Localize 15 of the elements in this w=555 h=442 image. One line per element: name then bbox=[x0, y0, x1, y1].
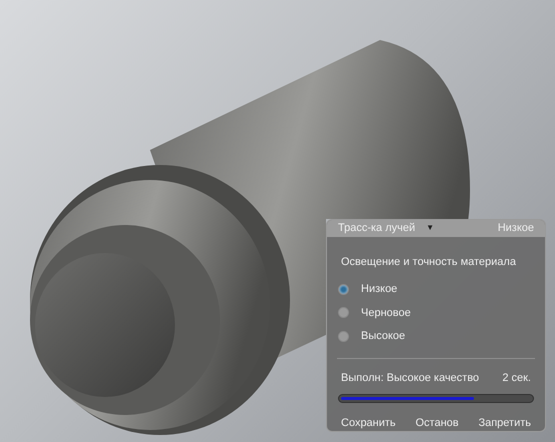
quality-radio-option[interactable]: Высокое bbox=[338, 328, 545, 344]
radio-button[interactable] bbox=[338, 284, 349, 295]
panel-button[interactable]: Запретить bbox=[472, 414, 537, 431]
elapsed-time: 2 сек. bbox=[501, 371, 531, 386]
quality-radio-option[interactable]: Низкое bbox=[338, 281, 545, 298]
radio-button[interactable] bbox=[338, 330, 349, 342]
panel-title: Трасс-ка лучей bbox=[338, 221, 416, 236]
status-text: Выполн: Высокое качество bbox=[341, 371, 480, 386]
section-label: Освещение и точность материала bbox=[341, 254, 517, 270]
panel-button[interactable]: Останов bbox=[410, 414, 465, 431]
radio-button[interactable] bbox=[338, 307, 349, 318]
dropdown-button[interactable]: ▼ bbox=[426, 222, 434, 234]
quality-radio-option[interactable]: Черновое bbox=[338, 304, 545, 321]
panel-button[interactable]: Сохранить bbox=[335, 414, 402, 431]
quality-label: Низкое bbox=[498, 221, 534, 236]
